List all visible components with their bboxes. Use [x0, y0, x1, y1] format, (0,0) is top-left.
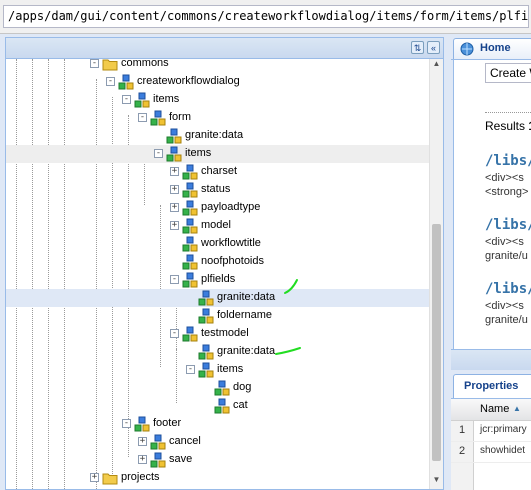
annotation-stroke	[275, 347, 301, 355]
annotation-marks	[275, 279, 301, 355]
annotation-stroke	[284, 279, 298, 294]
